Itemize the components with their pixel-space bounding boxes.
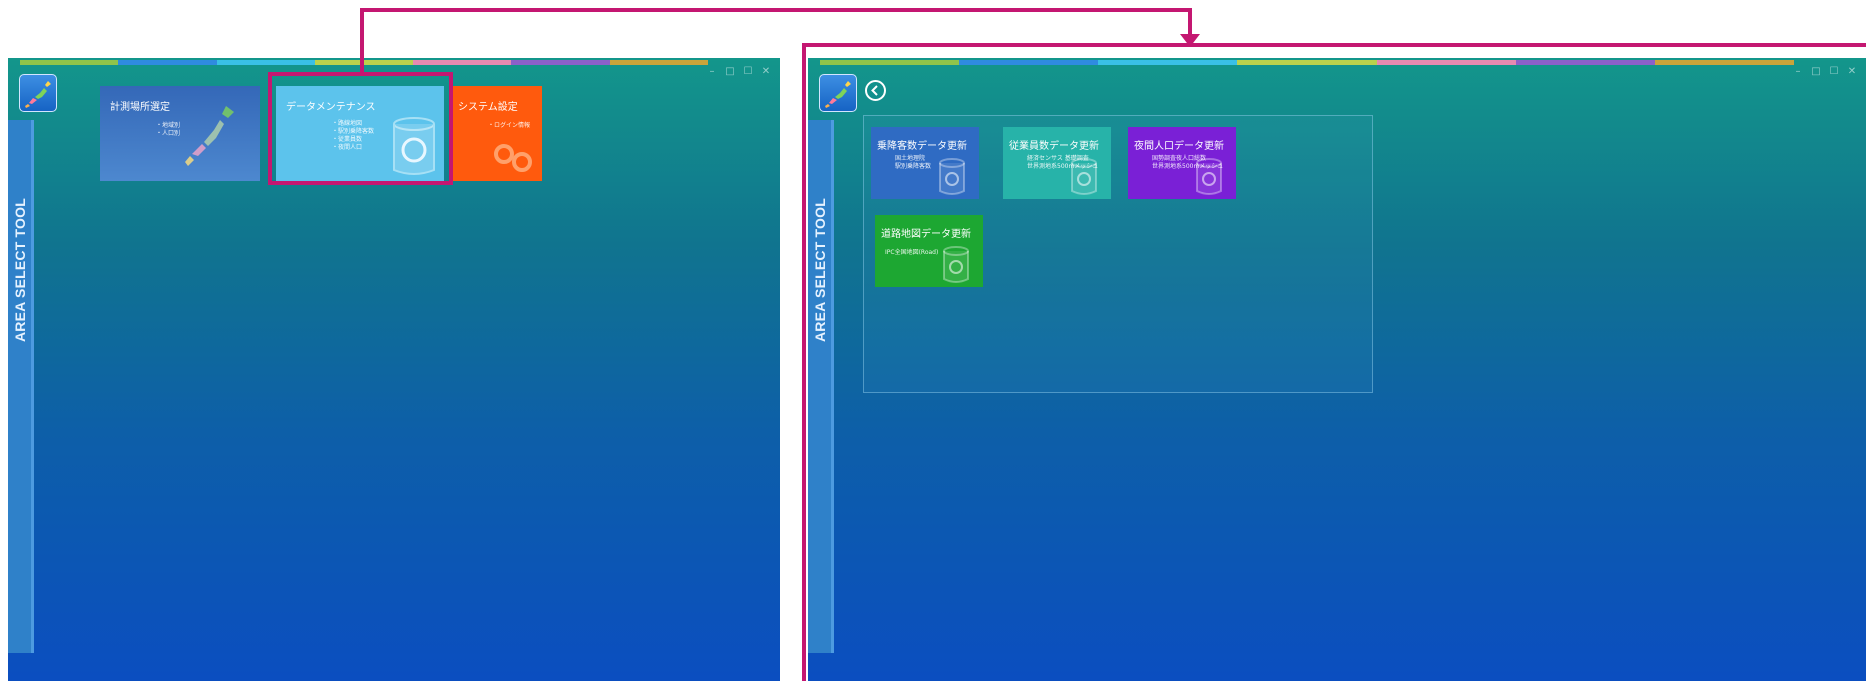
tile-location-selection[interactable]: 計測場所選定 ・地域別 ・人口別: [100, 86, 260, 181]
japan-map-icon: [185, 106, 234, 166]
sidebar: AREA SELECT TOOL: [8, 120, 34, 653]
gear-icon: [494, 144, 532, 172]
transition-arrow-icon: [360, 8, 1200, 74]
tile-system-settings[interactable]: システム設定 ・ログイン情報: [452, 86, 542, 181]
tile-title: システム設定: [458, 102, 518, 113]
selected-tile-highlight: [268, 72, 453, 185]
tile-title: 計測場所選定: [110, 102, 170, 113]
next-screen-highlight: [802, 43, 1866, 681]
tile-subtitle: ・ログイン情報: [488, 122, 531, 129]
sidebar-title: AREA SELECT TOOL: [11, 198, 28, 342]
tile-subtitle: ・地域別 ・人口別: [156, 122, 181, 137]
